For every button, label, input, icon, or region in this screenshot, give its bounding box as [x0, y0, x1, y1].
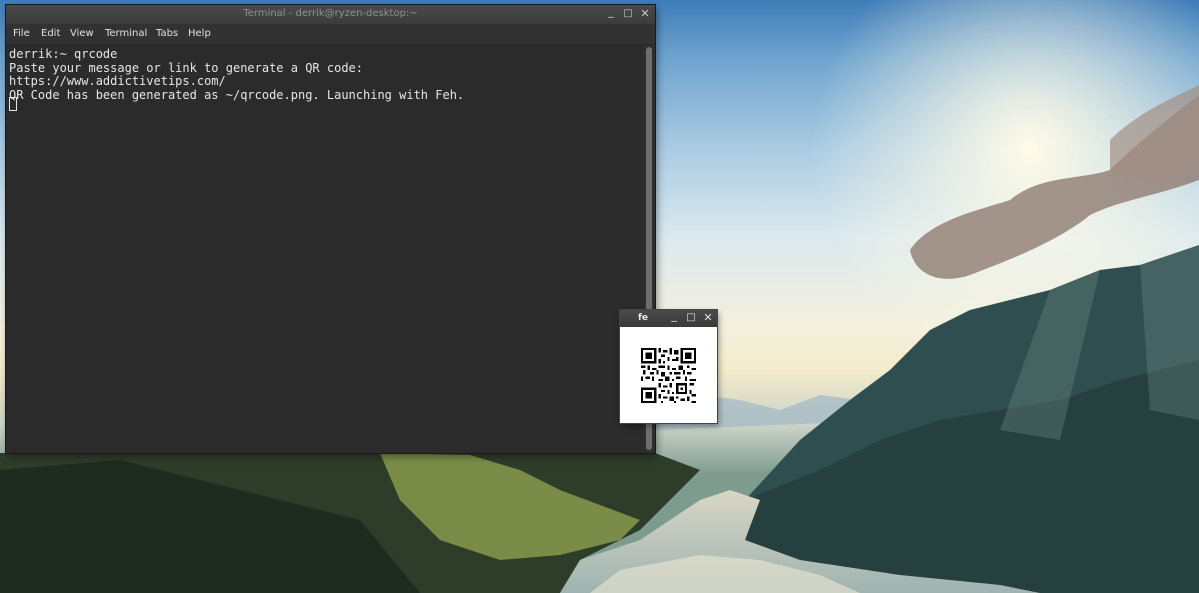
close-icon[interactable]: ✕	[702, 311, 714, 325]
text-cursor	[9, 97, 17, 111]
terminal-line: derrik:~ qrcode	[9, 47, 118, 61]
minimize-icon[interactable]: _	[604, 6, 618, 21]
feh-image-area	[620, 327, 717, 423]
menu-help[interactable]: Help	[188, 28, 211, 39]
maximize-icon[interactable]: □	[685, 311, 697, 325]
terminal-titlebar[interactable]: Terminal - derrik@ryzen-desktop:~ _ □ ✕	[6, 5, 655, 24]
menu-terminal[interactable]: Terminal	[105, 28, 147, 39]
terminal-line: https://www.addictivetips.com/	[9, 74, 226, 88]
terminal-window[interactable]: Terminal - derrik@ryzen-desktop:~ _ □ ✕ …	[6, 5, 655, 453]
feh-title: fe	[638, 313, 649, 323]
feh-window[interactable]: fe _ □ ✕	[620, 310, 717, 423]
terminal-line: QR Code has been generated as ~/qrcode.p…	[9, 88, 465, 102]
terminal-title: Terminal - derrik@ryzen-desktop:~	[243, 8, 418, 19]
menu-edit[interactable]: Edit	[41, 28, 60, 39]
menu-file[interactable]: File	[13, 28, 30, 39]
close-icon[interactable]: ✕	[638, 7, 652, 21]
qr-code-image	[641, 348, 696, 403]
menu-tabs[interactable]: Tabs	[156, 28, 178, 39]
terminal-output[interactable]: derrik:~ qrcode Paste your message or li…	[6, 45, 642, 453]
feh-titlebar[interactable]: fe _ □ ✕	[620, 310, 717, 327]
maximize-icon[interactable]: □	[621, 7, 635, 21]
menu-bar: File Edit View Terminal Tabs Help	[6, 24, 655, 45]
menu-view[interactable]: View	[70, 28, 94, 39]
minimize-icon[interactable]: _	[668, 310, 680, 325]
